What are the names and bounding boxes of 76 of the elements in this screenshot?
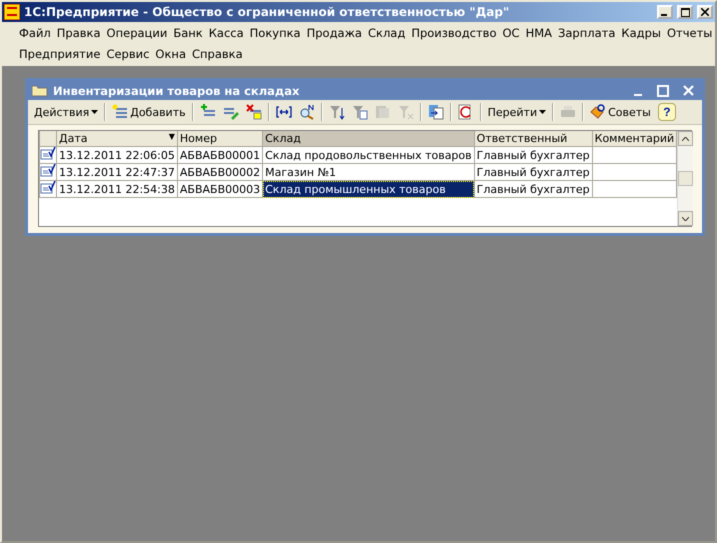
maximize-button[interactable]	[677, 5, 693, 19]
table-cell: Главный бухгалтер	[474, 180, 592, 198]
menu-item[interactable]: НМА	[522, 26, 556, 40]
column-header[interactable]: Номер	[177, 131, 263, 146]
menu-item[interactable]: Справка	[189, 46, 246, 60]
filter-off-icon	[398, 104, 414, 120]
close-icon	[682, 85, 694, 96]
close-icon	[701, 8, 709, 16]
help-button[interactable]: ?	[658, 103, 676, 121]
table-cell: 13.12.2011 22:06:05	[56, 146, 178, 164]
menu-item[interactable]: Банк	[170, 26, 206, 40]
scroll-down-icon	[682, 216, 690, 220]
app-logo-icon	[4, 4, 20, 20]
column-header[interactable]: Ответственный	[474, 131, 592, 146]
table-row[interactable]: 13.12.2011 22:47:37 АБВАБВ00002 Магазин №1 Главный бухгалтер	[40, 164, 677, 180]
menu-item[interactable]: Окна	[152, 46, 189, 60]
minimize-icon	[634, 94, 642, 96]
table-cell: АБВАБВ00003	[177, 180, 263, 198]
folder-icon	[32, 84, 48, 97]
caret-icon	[91, 110, 98, 114]
expand-icon	[276, 104, 292, 120]
menu-item[interactable]: Покупка	[246, 26, 304, 40]
table-cell: Главный бухгалтер	[474, 146, 592, 164]
window-title: 1С:Предприятие - Общество с ограниченной ответственностью "Дар"	[24, 5, 510, 19]
minimize-button[interactable]	[657, 5, 673, 19]
menu-button[interactable]: Перейти	[484, 102, 550, 122]
menu-item[interactable]: Файл	[16, 26, 54, 40]
table-cell: Склад промышленных товаров	[262, 180, 474, 198]
menu-item[interactable]: Предприятие	[16, 46, 104, 60]
column-header[interactable]: Комментарий	[592, 131, 677, 146]
column-header[interactable]: Дата ▼	[56, 131, 178, 146]
table-cell: 13.12.2011 22:47:37	[56, 164, 178, 180]
menu-item[interactable]: Сервис	[103, 46, 152, 60]
export-icon	[428, 104, 444, 120]
menu-item[interactable]: ОС	[499, 26, 523, 40]
menu-item[interactable]: Операции	[104, 26, 170, 40]
add-row-icon	[112, 104, 128, 120]
menu-item[interactable]: Склад	[364, 26, 408, 40]
table-cell: АБВАБВ00002	[177, 164, 263, 180]
menu-button[interactable]: Действия	[31, 102, 102, 122]
table-row[interactable]: 13.12.2011 22:06:05 АБВАБВ00001 Склад продовольственных товаров Главный бухгалтер	[40, 146, 677, 164]
toolbar-button[interactable]: Добавить	[109, 102, 189, 122]
table-cell: Склад продовольственных товаров	[262, 146, 474, 164]
menu-item[interactable]: Отчеты	[664, 26, 716, 40]
scroll-thumb[interactable]	[678, 171, 694, 186]
filter-list-icon	[374, 104, 391, 120]
printer-icon	[560, 104, 576, 120]
menu-item[interactable]: Касса	[206, 26, 247, 40]
document-icon	[40, 148, 56, 160]
close-button[interactable]	[697, 5, 713, 19]
menu-item[interactable]: Правка	[54, 26, 104, 40]
document-icon	[40, 182, 56, 194]
filter-icon	[352, 104, 368, 120]
menu-item[interactable]: Кадры	[618, 26, 664, 40]
table-cell: АБВАБВ00001	[177, 146, 263, 164]
filter-icon	[328, 104, 345, 120]
menu-item[interactable]: Производство	[408, 26, 500, 40]
maximize-icon	[657, 84, 669, 96]
column-header	[40, 131, 56, 146]
maximize-icon	[680, 8, 690, 16]
menu-item[interactable]: Продажа	[304, 26, 365, 40]
document-icon	[40, 164, 56, 177]
scrollbar[interactable]	[677, 131, 694, 226]
delete-icon	[246, 104, 262, 120]
table-cell: Магазин №1	[262, 164, 474, 180]
table-cell: Главный бухгалтер	[474, 164, 592, 180]
caret-icon	[539, 110, 546, 114]
menu-item[interactable]: Зарплата	[555, 26, 618, 40]
table-cell: 13.12.2011 22:54:38	[56, 180, 178, 198]
column-header[interactable]: Склад	[262, 131, 474, 146]
tips-book-icon	[590, 104, 606, 120]
child-window-title: Инвентаризации товаров на складах	[53, 84, 300, 98]
scroll-up-icon	[682, 136, 690, 140]
search-icon	[298, 104, 315, 120]
table-row[interactable]: 13.12.2011 22:54:38 АБВАБВ00003 Склад промышленных товаров Главный бухгалтер	[40, 180, 677, 198]
toolbar-button[interactable]: Советы	[587, 102, 654, 122]
